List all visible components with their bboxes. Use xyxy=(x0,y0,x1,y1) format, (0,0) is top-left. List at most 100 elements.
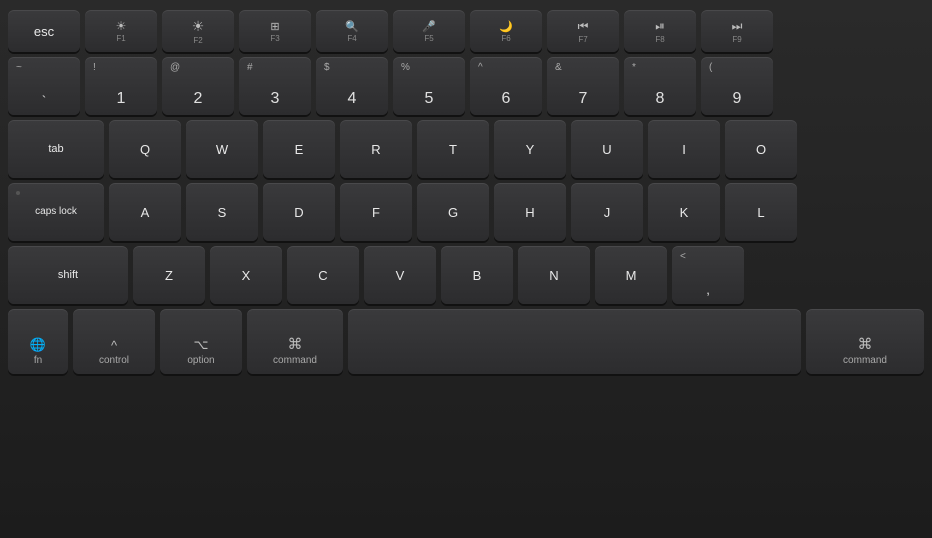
key5-bottom: 5 xyxy=(425,90,434,108)
function-row: esc ☀ F1 ☀ F2 ⊞ F3 🔍 F4 xyxy=(8,10,924,52)
fn-label: fn xyxy=(34,355,42,366)
m-label: M xyxy=(626,269,637,282)
f6-label: F6 xyxy=(501,34,510,43)
key-esc[interactable]: esc xyxy=(8,10,80,52)
key-7[interactable]: & 7 xyxy=(547,57,619,115)
key-space[interactable] xyxy=(348,309,801,374)
key-tab[interactable]: tab xyxy=(8,120,104,178)
key-f4[interactable]: 🔍 F4 xyxy=(316,10,388,52)
key-3[interactable]: # 3 xyxy=(239,57,311,115)
key-5[interactable]: % 5 xyxy=(393,57,465,115)
key-w[interactable]: W xyxy=(186,120,258,178)
key3-top: # xyxy=(247,63,253,73)
key2-bottom: 2 xyxy=(194,90,203,108)
command-left-icon: ⌘ xyxy=(288,335,303,353)
key-control[interactable]: ^ control xyxy=(73,309,155,374)
f8-icon: ⏯ xyxy=(655,19,665,34)
x-label: X xyxy=(242,269,251,282)
key-fn[interactable]: 🌐 fn xyxy=(8,309,68,374)
esc-label: esc xyxy=(34,25,54,38)
backtick-top: ~ xyxy=(16,63,22,73)
key-1[interactable]: ! 1 xyxy=(85,57,157,115)
f2-label: F2 xyxy=(193,36,202,45)
bottom-row: 🌐 fn ^ control ⌥ option ⌘ command ⌘ comm… xyxy=(8,309,924,374)
key-9[interactable]: ( 9 xyxy=(701,57,773,115)
f7-icon: ⏮ xyxy=(578,19,589,34)
y-label: Y xyxy=(526,143,535,156)
key-j[interactable]: J xyxy=(571,183,643,241)
key5-top: % xyxy=(401,63,410,73)
d-label: D xyxy=(294,206,303,219)
f8-label: F8 xyxy=(655,35,664,44)
b-label: B xyxy=(473,269,482,282)
f9-icon: ⏭ xyxy=(732,19,743,34)
key8-top: * xyxy=(632,63,636,73)
t-label: T xyxy=(449,143,457,156)
key-x[interactable]: X xyxy=(210,246,282,304)
key-f3[interactable]: ⊞ F3 xyxy=(239,10,311,52)
key-t[interactable]: T xyxy=(417,120,489,178)
n-label: N xyxy=(549,269,558,282)
key-b[interactable]: B xyxy=(441,246,513,304)
key-f9[interactable]: ⏭ F9 xyxy=(701,10,773,52)
g-label: G xyxy=(448,206,458,219)
key-m[interactable]: M xyxy=(595,246,667,304)
a-label: A xyxy=(141,206,150,219)
key-command-right[interactable]: ⌘ command xyxy=(806,309,924,374)
j-label: J xyxy=(604,206,611,219)
key-l[interactable]: L xyxy=(725,183,797,241)
key-v[interactable]: V xyxy=(364,246,436,304)
key1-bottom: 1 xyxy=(117,90,126,108)
key-d[interactable]: D xyxy=(263,183,335,241)
f6-icon: 🌙 xyxy=(499,20,513,33)
key-o[interactable]: O xyxy=(725,120,797,178)
key-2[interactable]: @ 2 xyxy=(162,57,234,115)
l-label: L xyxy=(757,206,764,219)
key-f7[interactable]: ⏮ F7 xyxy=(547,10,619,52)
key4-top: $ xyxy=(324,63,330,73)
key-s[interactable]: S xyxy=(186,183,258,241)
key9-bottom: 9 xyxy=(733,90,742,108)
w-label: W xyxy=(216,143,228,156)
key-backtick[interactable]: ~ ` xyxy=(8,57,80,115)
s-label: S xyxy=(218,206,227,219)
key-k[interactable]: K xyxy=(648,183,720,241)
key-y[interactable]: Y xyxy=(494,120,566,178)
key-g[interactable]: G xyxy=(417,183,489,241)
key-6[interactable]: ^ 6 xyxy=(470,57,542,115)
key-4[interactable]: $ 4 xyxy=(316,57,388,115)
key-option[interactable]: ⌥ option xyxy=(160,309,242,374)
key-n[interactable]: N xyxy=(518,246,590,304)
command-left-label: command xyxy=(273,355,317,366)
f7-label: F7 xyxy=(578,35,587,44)
key-q[interactable]: Q xyxy=(109,120,181,178)
key-h[interactable]: H xyxy=(494,183,566,241)
tab-label: tab xyxy=(48,144,63,155)
key-8[interactable]: * 8 xyxy=(624,57,696,115)
key-capslock[interactable]: caps lock xyxy=(8,183,104,241)
key7-top: & xyxy=(555,63,562,73)
f-label: F xyxy=(372,206,380,219)
key-f5[interactable]: 🎤 F5 xyxy=(393,10,465,52)
key-f1[interactable]: ☀ F1 xyxy=(85,10,157,52)
key2-top: @ xyxy=(170,63,180,73)
shift-left-label: shift xyxy=(58,270,78,281)
h-label: H xyxy=(525,206,534,219)
key-c[interactable]: C xyxy=(287,246,359,304)
zxcv-row: shift Z X C V B N M < , xyxy=(8,246,924,304)
key-comma[interactable]: < , xyxy=(672,246,744,304)
key-a[interactable]: A xyxy=(109,183,181,241)
key-u[interactable]: U xyxy=(571,120,643,178)
key-e[interactable]: E xyxy=(263,120,335,178)
key-z[interactable]: Z xyxy=(133,246,205,304)
key-f8[interactable]: ⏯ F8 xyxy=(624,10,696,52)
f5-icon: 🎤 xyxy=(422,20,436,33)
key-r[interactable]: R xyxy=(340,120,412,178)
key-command-left[interactable]: ⌘ command xyxy=(247,309,343,374)
key-i[interactable]: I xyxy=(648,120,720,178)
key-f[interactable]: F xyxy=(340,183,412,241)
key-shift-left[interactable]: shift xyxy=(8,246,128,304)
key-f2[interactable]: ☀ F2 xyxy=(162,10,234,52)
control-icon: ^ xyxy=(111,338,117,353)
key-f6[interactable]: 🌙 F6 xyxy=(470,10,542,52)
